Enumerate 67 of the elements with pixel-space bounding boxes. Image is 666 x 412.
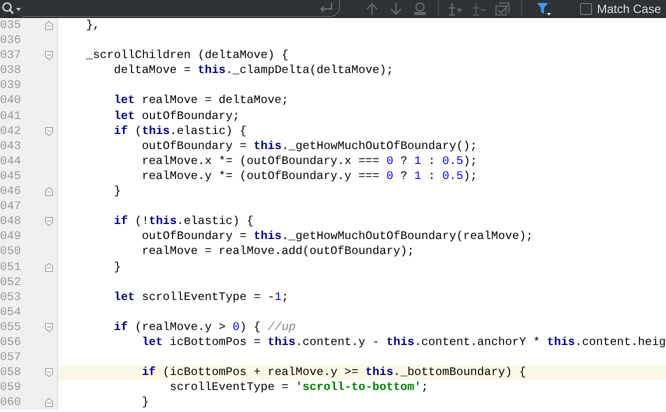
line-number: 054	[0, 304, 22, 320]
line-number: 040	[0, 93, 22, 109]
line-number: 052	[0, 274, 22, 290]
line-number: 044	[0, 154, 22, 169]
code-line: if (realMove.y > 0) { //up	[112, 320, 296, 334]
line-number: 050	[0, 244, 22, 260]
code-line: }	[140, 396, 149, 410]
code-line: let realMove = deltaMove;	[112, 94, 289, 108]
line-number: 043	[0, 138, 22, 154]
code-line: deltaMove = this._clampDelta(deltaMove);	[112, 64, 394, 78]
code-line: realMove = realMove.add(outOfBoundary);	[140, 245, 414, 258]
code-line: if (!this.elastic) {	[112, 215, 254, 228]
code-line: let icBottomPos = this.content.y - this.content.anchorY * this.content.heig	[140, 336, 666, 349]
down-arrow-icon[interactable]	[388, 2, 404, 16]
line-number: 060	[0, 395, 22, 410]
line-number: 049	[0, 229, 22, 244]
line-number: 058	[0, 365, 22, 380]
match-case-checkbox[interactable]	[580, 2, 592, 14]
line-number: 047	[0, 199, 22, 214]
fold-marker-icon[interactable]	[44, 368, 52, 378]
code-line: outOfBoundary = this._getHowMuchOutOfBoundary();	[140, 140, 478, 153]
match-case-label[interactable]: Match Case	[597, 2, 662, 16]
code-line: realMove.y *= (outOfBoundary.y === 0 ? 1 : 0.5);	[140, 170, 478, 183]
search-field[interactable]	[22, 0, 340, 17]
line-number: 056	[0, 334, 22, 350]
fold-end-marker-icon[interactable]	[44, 262, 52, 272]
fold-marker-icon[interactable]	[44, 51, 52, 60]
line-number: 057	[0, 350, 22, 366]
line-number: 041	[0, 108, 22, 124]
search-icon[interactable]	[2, 2, 22, 16]
up-arrow-icon[interactable]	[364, 2, 380, 16]
line-number: 051	[0, 260, 22, 275]
add-occurrence-icon[interactable]	[447, 2, 463, 16]
line-number: 038	[0, 63, 22, 78]
line-number: 037	[0, 48, 22, 64]
line-number: 036	[0, 33, 22, 48]
code-line: }	[112, 260, 121, 274]
enter-icon	[319, 2, 333, 14]
remove-occurrence-icon[interactable]	[471, 2, 487, 16]
line-number: 055	[0, 320, 22, 335]
code-line: },	[84, 19, 100, 32]
code-line: _scrollChildren (deltaMove) {	[84, 49, 289, 62]
code-line: realMove.x *= (outOfBoundary.x === 0 ? 1 : 0.5);	[140, 154, 478, 168]
code-line: outOfBoundary = this._getHowMuchOutOfBoundary(realMove);	[140, 230, 534, 244]
fold-marker-icon[interactable]	[44, 126, 52, 136]
filter-icon[interactable]	[536, 2, 552, 16]
fold-end-marker-icon[interactable]	[44, 398, 52, 408]
code-line: if (icBottomPos + realMove.y >= this._bottomBoundary) {	[140, 366, 526, 380]
fold-marker-icon[interactable]	[44, 217, 52, 226]
line-number: 046	[0, 184, 22, 200]
code-line: scrollEventType = 'scroll-to-bottom';	[168, 381, 428, 394]
line-number: 035	[0, 18, 22, 34]
code-line: if (this.elastic) {	[112, 124, 247, 138]
line-number: 048	[0, 214, 22, 230]
select-all-icon[interactable]	[495, 2, 511, 16]
fold-end-marker-icon[interactable]	[44, 187, 52, 196]
line-number: 042	[0, 124, 22, 139]
find-all-icon[interactable]	[412, 2, 428, 16]
code-line: let scrollEventType = -1;	[112, 290, 289, 304]
fold-end-marker-icon[interactable]	[44, 21, 52, 30]
line-number: 039	[0, 78, 22, 94]
line-number: 053	[0, 290, 22, 305]
line-number: 045	[0, 168, 22, 184]
code-line: let outOfBoundary;	[112, 110, 240, 123]
fold-marker-icon[interactable]	[44, 322, 52, 332]
code-line: }	[112, 185, 121, 198]
line-number: 059	[0, 380, 22, 396]
